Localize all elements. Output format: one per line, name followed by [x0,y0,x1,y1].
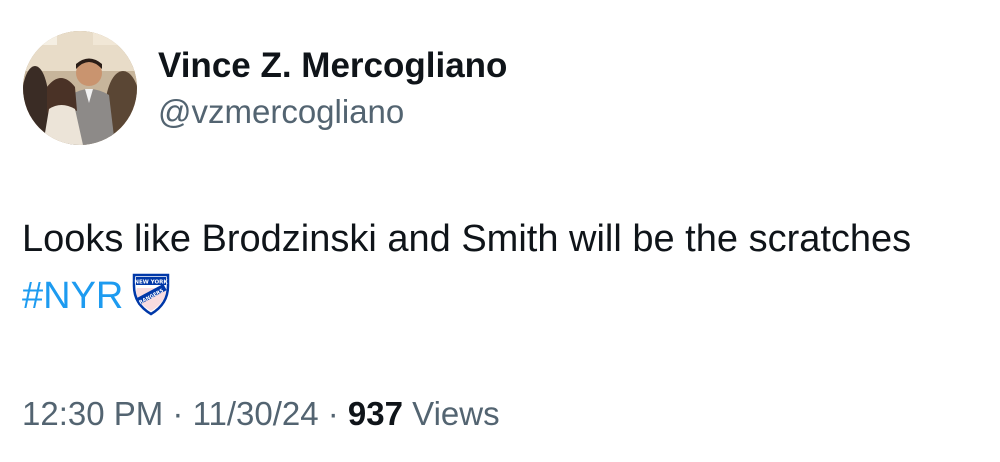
avatar[interactable] [23,31,137,145]
rangers-logo-top-text: NEW YORK [135,280,169,286]
hashtag-link[interactable]: #NYR [22,275,123,317]
user-handle[interactable]: @vzmercogliano [158,90,507,134]
meta-separator: · [163,395,193,432]
avatar-photo [23,31,137,145]
tweet-time[interactable]: 12:30 PM [22,395,163,432]
display-name[interactable]: Vince Z. Mercogliano [158,44,507,88]
rangers-logo-icon: NEW YORK RANGERS [133,273,170,316]
tweet-card: Vince Z. Mercogliano @vzmercogliano Look… [0,0,1000,462]
tweet-text: Looks like Brodzinski and Smith will be … [22,211,972,325]
author-info: Vince Z. Mercogliano @vzmercogliano [158,44,507,134]
tweet-meta: 12:30 PM · 11/30/24 · 937 Views [22,392,500,436]
views-count: 937 [347,395,403,432]
tweet-body: Looks like Brodzinski and Smith will be … [22,218,912,260]
views-label: Views [402,395,500,432]
tweet-date[interactable]: 11/30/24 [193,395,319,432]
meta-separator: · [318,395,348,432]
